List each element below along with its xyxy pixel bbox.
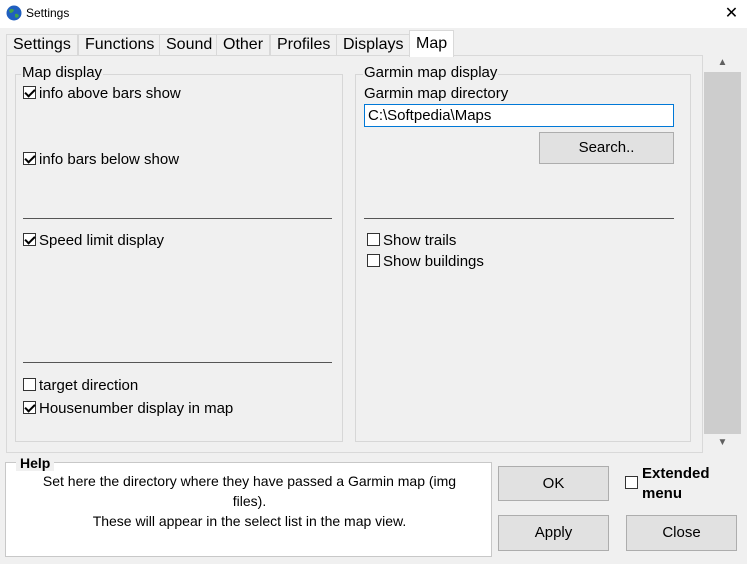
scroll-down-icon[interactable]: ▼ [704,434,741,452]
checkbox-box[interactable] [23,233,36,246]
globe-icon [6,5,22,21]
apply-button[interactable]: Apply [498,515,609,551]
map-display-title: Map display [21,64,104,81]
show-trails-label: Show trails [383,232,457,249]
speed-limit-checkbox[interactable]: Speed limit display [23,232,164,249]
extended-menu-label: Extended menu [642,464,710,504]
show-trails-checkbox[interactable]: Show trails [367,232,456,249]
map-tab-panel: Map display info above bars show info ba… [6,55,703,453]
scroll-up-icon[interactable]: ▲ [704,54,741,72]
target-direction-checkbox[interactable]: target direction [23,377,138,394]
help-text-line3: These will appear in the select list in … [92,513,407,529]
checkbox-box[interactable] [625,476,638,489]
checkbox-box[interactable] [23,378,36,391]
scrollbar-thumb[interactable] [704,72,741,434]
title-bar: Settings ✕ [0,0,747,28]
garmin-dir-label: Garmin map directory [364,85,509,102]
checkbox-box[interactable] [23,152,36,165]
ok-button[interactable]: OK [498,466,609,501]
checkbox-box[interactable] [23,401,36,414]
close-window-icon[interactable]: ✕ [716,0,747,28]
checkbox-box[interactable] [367,254,380,267]
help-box: Help Set here the directory where they h… [5,455,492,557]
tab-other[interactable]: Other [216,34,271,56]
tab-map[interactable]: Map [409,30,455,57]
tab-displays[interactable]: Displays [336,34,411,56]
show-buildings-label: Show buildings [383,253,484,270]
garmin-title: Garmin map display [363,64,499,81]
speed-limit-label: Speed limit display [39,232,165,249]
info-above-checkbox[interactable]: info above bars show [23,85,181,102]
divider [23,218,332,219]
info-above-label: info above bars show [39,85,181,102]
help-text-line1: Set here the directory where they have p… [42,473,457,489]
checkbox-box[interactable] [367,233,380,246]
extended-menu-label-line1: Extended [642,465,710,482]
tab-sound[interactable]: Sound [159,34,220,56]
help-title: Help [16,455,55,471]
target-direction-label: target direction [39,377,139,394]
show-buildings-checkbox[interactable]: Show buildings [367,253,484,270]
close-button[interactable]: Close [626,515,737,551]
search-button[interactable]: Search.. [539,132,674,164]
housenumber-checkbox[interactable]: Housenumber display in map [23,400,233,417]
info-below-label: info bars below show [39,151,180,168]
vertical-scrollbar[interactable]: ▲ ▼ [704,54,741,452]
checkbox-box[interactable] [23,86,36,99]
info-below-checkbox[interactable]: info bars below show [23,151,179,168]
tab-settings[interactable]: Settings [6,34,78,56]
extended-menu-label-line2: menu [642,485,683,502]
divider [364,218,674,219]
garmin-dir-input[interactable]: C:\Softpedia\Maps [364,104,674,127]
housenumber-label: Housenumber display in map [39,400,234,417]
window-title: Settings [26,6,70,20]
extended-menu-checkbox[interactable] [625,475,641,492]
tab-profiles[interactable]: Profiles [270,34,338,56]
tab-functions[interactable]: Functions [78,34,162,56]
help-text-line2: files). [232,493,267,509]
divider [23,362,332,363]
